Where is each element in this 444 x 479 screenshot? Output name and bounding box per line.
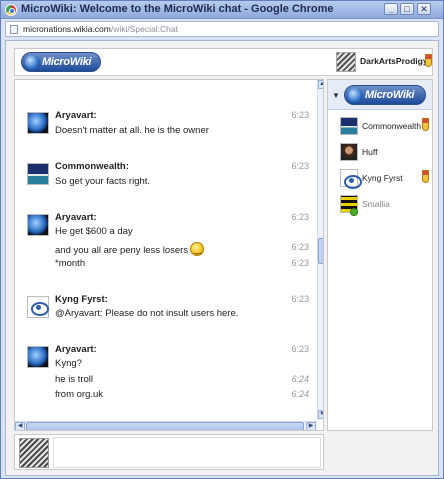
message-time: 6:23 xyxy=(291,242,309,252)
user-avatar[interactable] xyxy=(27,163,49,185)
vertical-scrollbar[interactable]: ▲ ▼ xyxy=(317,80,323,420)
message-text: and you all are peny less losers xyxy=(55,245,189,256)
message-text: Kyng? xyxy=(55,358,82,369)
user-avatar xyxy=(340,117,358,135)
current-user-avatar xyxy=(19,438,49,468)
scroll-left-icon[interactable]: ◀ xyxy=(15,422,25,430)
user-avatar[interactable] xyxy=(27,214,49,236)
chat-message: Kyng Fyrst: @Aryavart: Please do not ins… xyxy=(15,294,309,334)
browser-window: MicroWiki: Welcome to the MicroWiki chat… xyxy=(0,0,444,479)
message-text: So get your facts right. xyxy=(55,176,151,187)
globe-icon xyxy=(348,88,363,103)
current-user-name[interactable]: DarkArtsProdigy xyxy=(360,56,428,66)
room-logo-text: MicroWiki xyxy=(365,89,415,101)
horizontal-scrollbar[interactable]: ◀ ▶ xyxy=(15,421,317,430)
moderator-badge-icon xyxy=(422,118,429,131)
user-list-item[interactable]: Kyng Fyrst xyxy=(328,168,432,190)
message-author[interactable]: Aryavart: xyxy=(55,212,97,223)
room-logo[interactable]: MicroWiki xyxy=(344,85,426,105)
chat-log[interactable]: Aryavart: Doesn't matter at all. he is t… xyxy=(14,79,324,431)
collapse-arrow-icon[interactable]: ▼ xyxy=(332,91,340,100)
message-text: Doesn't matter at all. he is the owner xyxy=(55,125,209,136)
moderator-badge-icon xyxy=(422,170,429,183)
title-bar[interactable]: MicroWiki: Welcome to the MicroWiki chat… xyxy=(1,1,443,19)
message-time: 6:23 xyxy=(291,344,309,354)
message-text: He get $600 a day xyxy=(55,226,133,237)
close-button[interactable]: ✕ xyxy=(417,3,431,15)
away-status-icon xyxy=(350,208,358,216)
chat-page: MicroWiki DarkArtsProdigy Aryavart: Does… xyxy=(5,40,439,476)
moderator-badge-icon xyxy=(425,54,432,67)
message-time: 6:23 xyxy=(291,110,309,120)
horizontal-scroll-thumb[interactable] xyxy=(26,422,304,430)
chat-message: Aryavart: 6:23 He get $600 a day and you… xyxy=(15,212,309,272)
message-time: 6:24 xyxy=(291,374,309,384)
message-input[interactable] xyxy=(53,437,321,468)
user-name: Huff xyxy=(362,147,378,157)
message-text-with-emoji: and you all are peny less losers xyxy=(55,242,205,256)
message-text: he is troll xyxy=(55,374,94,385)
scroll-up-icon[interactable]: ▲ xyxy=(318,80,323,89)
chat-message: Commonwealth: So get your facts right. 6… xyxy=(15,161,309,201)
globe-icon xyxy=(25,55,40,70)
message-author[interactable]: Kyng Fyrst: xyxy=(55,294,108,305)
page-icon xyxy=(10,25,18,34)
message-author[interactable]: Commonwealth: xyxy=(55,161,129,172)
message-text: *month xyxy=(55,258,86,269)
message-time: 6:23 xyxy=(291,258,309,268)
window-title: MicroWiki: Welcome to the MicroWiki chat… xyxy=(21,3,334,15)
message-time: 6:24 xyxy=(291,389,309,399)
scroll-down-icon[interactable]: ▼ xyxy=(318,410,323,419)
url-text[interactable]: micronations.wikia.com/wiki/Special:Chat xyxy=(23,24,178,34)
chrome-icon xyxy=(5,4,17,16)
address-bar[interactable]: micronations.wikia.com/wiki/Special:Chat xyxy=(5,21,439,37)
chat-header: MicroWiki DarkArtsProdigy xyxy=(14,48,433,76)
scroll-right-icon[interactable]: ▶ xyxy=(306,422,316,430)
message-time: 6:23 xyxy=(291,212,309,222)
message-time: 6:23 xyxy=(291,294,309,304)
user-list-item[interactable]: Huff xyxy=(328,142,432,164)
user-list-item[interactable]: Smallia xyxy=(328,194,432,216)
logo-text: MicroWiki xyxy=(42,56,92,68)
message-author[interactable]: Aryavart: xyxy=(55,110,97,121)
chat-message: Aryavart: 6:23 Kyng? he is troll 6:24 fr… xyxy=(15,344,309,404)
user-avatar[interactable] xyxy=(27,112,49,134)
smiley-icon xyxy=(190,242,205,256)
user-avatar[interactable] xyxy=(27,296,49,318)
user-name: Commonwealth xyxy=(362,121,422,131)
current-user-avatar[interactable] xyxy=(336,52,356,72)
maximize-button[interactable]: □ xyxy=(400,3,414,15)
vertical-scroll-thumb[interactable] xyxy=(318,238,323,264)
user-list-item[interactable]: Commonwealth xyxy=(328,116,432,138)
wiki-logo[interactable]: MicroWiki xyxy=(21,52,101,72)
message-text: from org.uk xyxy=(55,389,104,400)
message-text: @Aryavart: Please do not insult users he… xyxy=(55,308,239,319)
user-avatar[interactable] xyxy=(27,346,49,368)
room-header[interactable]: ▼ MicroWiki xyxy=(328,80,432,110)
message-input-area xyxy=(14,434,324,470)
message-author[interactable]: Aryavart: xyxy=(55,344,97,355)
user-list: ▼ MicroWiki Commonwealth Huff Kyng Fyrst xyxy=(327,79,433,431)
chat-message: Aryavart: Doesn't matter at all. he is t… xyxy=(15,110,309,150)
user-avatar xyxy=(340,143,358,161)
user-name: Smallia xyxy=(362,199,390,209)
user-name: Kyng Fyrst xyxy=(362,173,403,183)
minimize-button[interactable]: _ xyxy=(384,3,398,15)
message-time: 6:23 xyxy=(291,161,309,171)
user-avatar xyxy=(340,169,362,189)
